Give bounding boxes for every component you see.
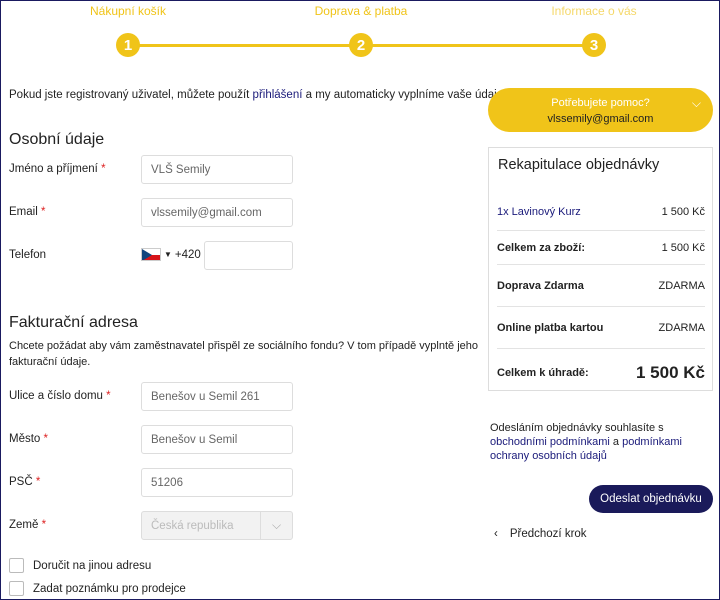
previous-step-label: Předchozí krok xyxy=(509,528,587,540)
summary-goods-value: 1 500 Kč xyxy=(661,241,705,254)
zip-field[interactable]: 51206 xyxy=(141,468,293,497)
street-field[interactable]: Benešov u Semil 261 xyxy=(141,382,293,411)
seller-note-checkbox[interactable] xyxy=(9,581,24,596)
required-mark: * xyxy=(40,206,46,218)
other-address-checkbox[interactable] xyxy=(9,558,24,573)
summary-item-row: 1x Lavinový Kurz 1 500 Kč xyxy=(497,193,705,231)
required-mark: * xyxy=(106,390,111,402)
billing-note: Chcete požádat aby vám zaměstnavatel při… xyxy=(9,340,478,368)
summary-item-link[interactable]: 1x Lavinový Kurz xyxy=(497,206,581,218)
help-email: vlssemily@gmail.com xyxy=(547,113,654,125)
required-mark: * xyxy=(43,433,49,445)
step-circle-1[interactable]: 1 xyxy=(116,33,140,57)
order-summary: Rekapitulace objednávky 1x Lavinový Kurz… xyxy=(488,147,713,391)
login-hint: Pokud jste registrovaný uživatel, můžete… xyxy=(9,89,506,101)
country-select: Česká republika ⌵ xyxy=(141,511,293,540)
step-label-info: Informace o vás xyxy=(551,4,637,18)
summary-goods-label: Celkem za zboží: xyxy=(497,241,586,254)
step-label-cart[interactable]: Nákupní košík xyxy=(90,4,166,18)
summary-item-price: 1 500 Kč xyxy=(661,205,705,218)
step-label-shipping[interactable]: Doprava & platba xyxy=(315,4,408,18)
chevron-down-icon: ⌵ xyxy=(260,512,292,539)
summary-title: Rekapitulace objednávky xyxy=(498,157,660,173)
billing-section-title: Fakturační adresa xyxy=(9,314,138,331)
login-link[interactable]: přihlášení xyxy=(253,89,303,101)
help-box[interactable]: Potřebujete pomoc? vlssemily@gmail.com ⌵ xyxy=(488,88,713,132)
previous-step-button[interactable]: ‹ Předchozí krok xyxy=(494,528,587,540)
summary-payment-value: ZDARMA xyxy=(658,321,705,334)
checkout-stepper: Nákupní košík Doprava & platba Informace… xyxy=(1,1,720,61)
required-mark: * xyxy=(41,519,47,531)
phone-country-select[interactable]: ▼ +420 xyxy=(141,248,201,261)
summary-payment-row: Online platba kartou ZDARMA xyxy=(497,307,705,349)
zip-label: PSČ * xyxy=(9,476,41,488)
terms-link[interactable]: obchodními podmínkami xyxy=(490,436,610,448)
street-label: Ulice a číslo domu * xyxy=(9,390,111,402)
seller-note-option[interactable]: Zadat poznámku pro prodejce xyxy=(9,581,186,596)
name-label: Jméno a příjmení * xyxy=(9,163,106,175)
terms-text: Odesláním objednávky souhlasíte s obchod… xyxy=(490,422,682,462)
chevron-left-icon: ‹ xyxy=(494,528,498,540)
email-label: Email * xyxy=(9,206,46,218)
czech-flag-icon xyxy=(141,248,161,261)
country-value: Česká republika xyxy=(151,519,234,532)
summary-total-row: Celkem k úhradě: 1 500 Kč xyxy=(497,358,705,388)
phone-prefix: +420 xyxy=(174,248,201,261)
login-hint-after: a my automaticky vyplníme vaše údaje. xyxy=(302,89,507,101)
name-field[interactable]: VLŠ Semily xyxy=(141,155,293,184)
summary-shipping-row: Doprava Zdarma ZDARMA xyxy=(497,265,705,307)
summary-total-label: Celkem k úhradě: xyxy=(497,367,589,379)
other-address-option[interactable]: Doručit na jinou adresu xyxy=(9,558,151,573)
summary-shipping-value: ZDARMA xyxy=(658,279,705,292)
submit-order-button[interactable]: Odeslat objednávku xyxy=(589,485,713,513)
phone-field[interactable] xyxy=(204,241,293,270)
personal-section-title: Osobní údaje xyxy=(9,131,105,148)
summary-goods-row: Celkem za zboží: 1 500 Kč xyxy=(497,231,705,265)
summary-total-value: 1 500 Kč xyxy=(636,363,705,382)
summary-shipping-label: Doprava Zdarma xyxy=(497,279,584,292)
city-label: Město * xyxy=(9,433,49,445)
city-field[interactable]: Benešov u Semil xyxy=(141,425,293,454)
summary-payment-label: Online platba kartou xyxy=(497,321,604,334)
required-mark: * xyxy=(101,163,106,175)
login-hint-before: Pokud jste registrovaný uživatel, můžete… xyxy=(9,89,253,101)
country-label: Země * xyxy=(9,519,47,531)
step-circle-2[interactable]: 2 xyxy=(349,33,373,57)
caret-down-icon: ▼ xyxy=(164,250,172,259)
seller-note-label: Zadat poznámku pro prodejce xyxy=(33,582,186,595)
phone-label: Telefon xyxy=(9,249,47,261)
chevron-down-icon[interactable]: ⌵ xyxy=(692,95,701,111)
email-field[interactable]: vlssemily@gmail.com xyxy=(141,198,293,227)
required-mark: * xyxy=(35,476,41,488)
other-address-label: Doručit na jinou adresu xyxy=(33,559,152,572)
help-title: Potřebujete pomoc? xyxy=(551,97,650,109)
step-circle-3: 3 xyxy=(582,33,606,57)
